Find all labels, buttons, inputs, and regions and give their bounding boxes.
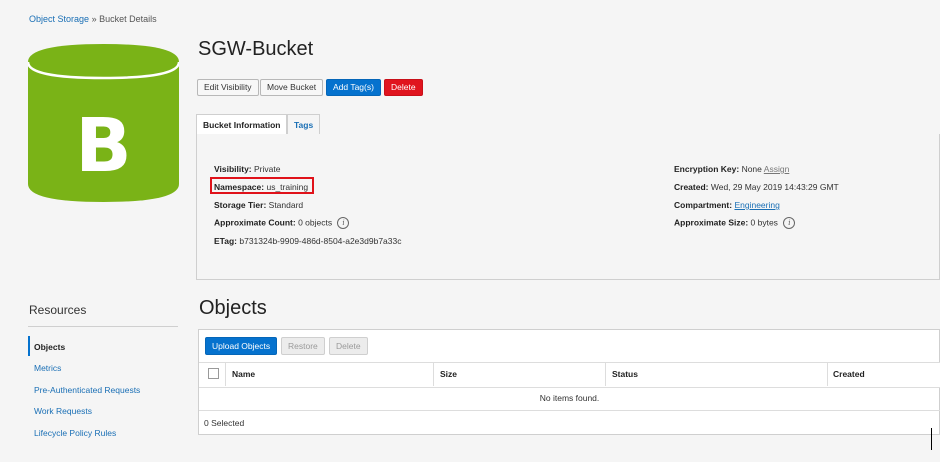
table-footer-divider [199,410,940,411]
approximate-count-value: 0 objects [298,217,333,228]
delete-bucket-button[interactable]: Delete [384,79,423,96]
breadcrumb: Object Storage » Bucket Details [29,14,157,24]
encryption-key-value: None [741,164,762,174]
empty-table-message: No items found. [539,393,600,403]
created-value: Wed, 29 May 2019 14:43:29 GMT [710,182,839,192]
compartment-label: Compartment: [674,200,733,210]
breadcrumb-current: Bucket Details [99,14,157,24]
approximate-size-value: 0 bytes [750,217,778,228]
restore-button[interactable]: Restore [281,337,325,355]
compartment-link[interactable]: Engineering [734,200,779,210]
etag-label: ETag: [214,236,237,246]
breadcrumb-separator: » [91,14,97,24]
assign-link[interactable]: Assign [764,164,790,174]
visibility-label: Visibility: [214,164,252,174]
created-label: Created: [674,182,709,192]
storage-tier-value: Standard [268,200,304,210]
table-header-row [199,362,940,388]
encryption-key-row: Encryption Key: None Assign [674,164,789,174]
column-separator [225,363,226,386]
add-tags-button[interactable]: Add Tag(s) [326,79,381,96]
column-header-created[interactable]: Created [833,369,865,379]
encryption-key-label: Encryption Key: [674,164,740,174]
tab-bucket-information[interactable]: Bucket Information [196,114,288,135]
delete-objects-button[interactable]: Delete [329,337,368,355]
column-header-name[interactable]: Name [232,369,255,379]
text-cursor-icon [931,428,932,450]
visibility-value: Private [254,164,281,174]
approximate-count-label: Approximate Count: [214,217,296,228]
storage-tier-row: Storage Tier: Standard [214,200,303,210]
info-icon[interactable]: i [337,217,350,229]
sidebar-item-work-requests[interactable]: Work Requests [34,406,92,416]
column-separator [433,363,434,386]
sidebar-item-lifecycle-policy-rules[interactable]: Lifecycle Policy Rules [34,428,116,438]
objects-section-title: Objects [199,297,267,319]
visibility-row: Visibility: Private [214,164,280,174]
created-row: Created: Wed, 29 May 2019 14:43:29 GMT [674,182,839,192]
storage-tier-label: Storage Tier: [214,200,267,210]
bucket-information-panel [196,134,940,280]
select-all-checkbox[interactable] [208,368,219,379]
resources-divider [28,326,178,327]
compartment-row: Compartment: Engineering [674,200,780,210]
selected-count: 0 Selected [204,418,245,428]
resources-title: Resources [29,303,87,317]
approximate-size-row: Approximate Size: 0 bytes i [674,217,796,229]
sidebar-item-objects[interactable]: Objects [34,342,65,352]
approximate-count-row: Approximate Count: 0 objects i [214,217,350,229]
bucket-logo-icon: B [28,44,179,202]
namespace-highlight-box [210,177,314,194]
column-separator [827,363,828,386]
nav-active-indicator [28,336,30,356]
edit-visibility-button[interactable]: Edit Visibility [197,79,259,96]
etag-value: b731324b-9909-486d-8504-a2e3d9b7a33c [239,236,402,246]
column-separator [605,363,606,386]
etag-row: ETag: b731324b-9909-486d-8504-a2e3d9b7a3… [214,236,401,246]
column-header-size[interactable]: Size [440,369,457,379]
approximate-size-label: Approximate Size: [674,217,749,228]
page-title: SGW-Bucket [198,38,314,60]
info-icon[interactable]: i [783,217,796,229]
sidebar-item-metrics[interactable]: Metrics [34,363,61,373]
bucket-logo-letter: B [75,103,131,189]
move-bucket-button[interactable]: Move Bucket [260,79,324,96]
sidebar-item-pre-authenticated-requests[interactable]: Pre-Authenticated Requests [34,385,140,395]
upload-objects-button[interactable]: Upload Objects [205,337,278,355]
tab-tags[interactable]: Tags [287,114,321,135]
column-header-status[interactable]: Status [612,369,638,379]
breadcrumb-object-storage-link[interactable]: Object Storage [29,14,89,24]
